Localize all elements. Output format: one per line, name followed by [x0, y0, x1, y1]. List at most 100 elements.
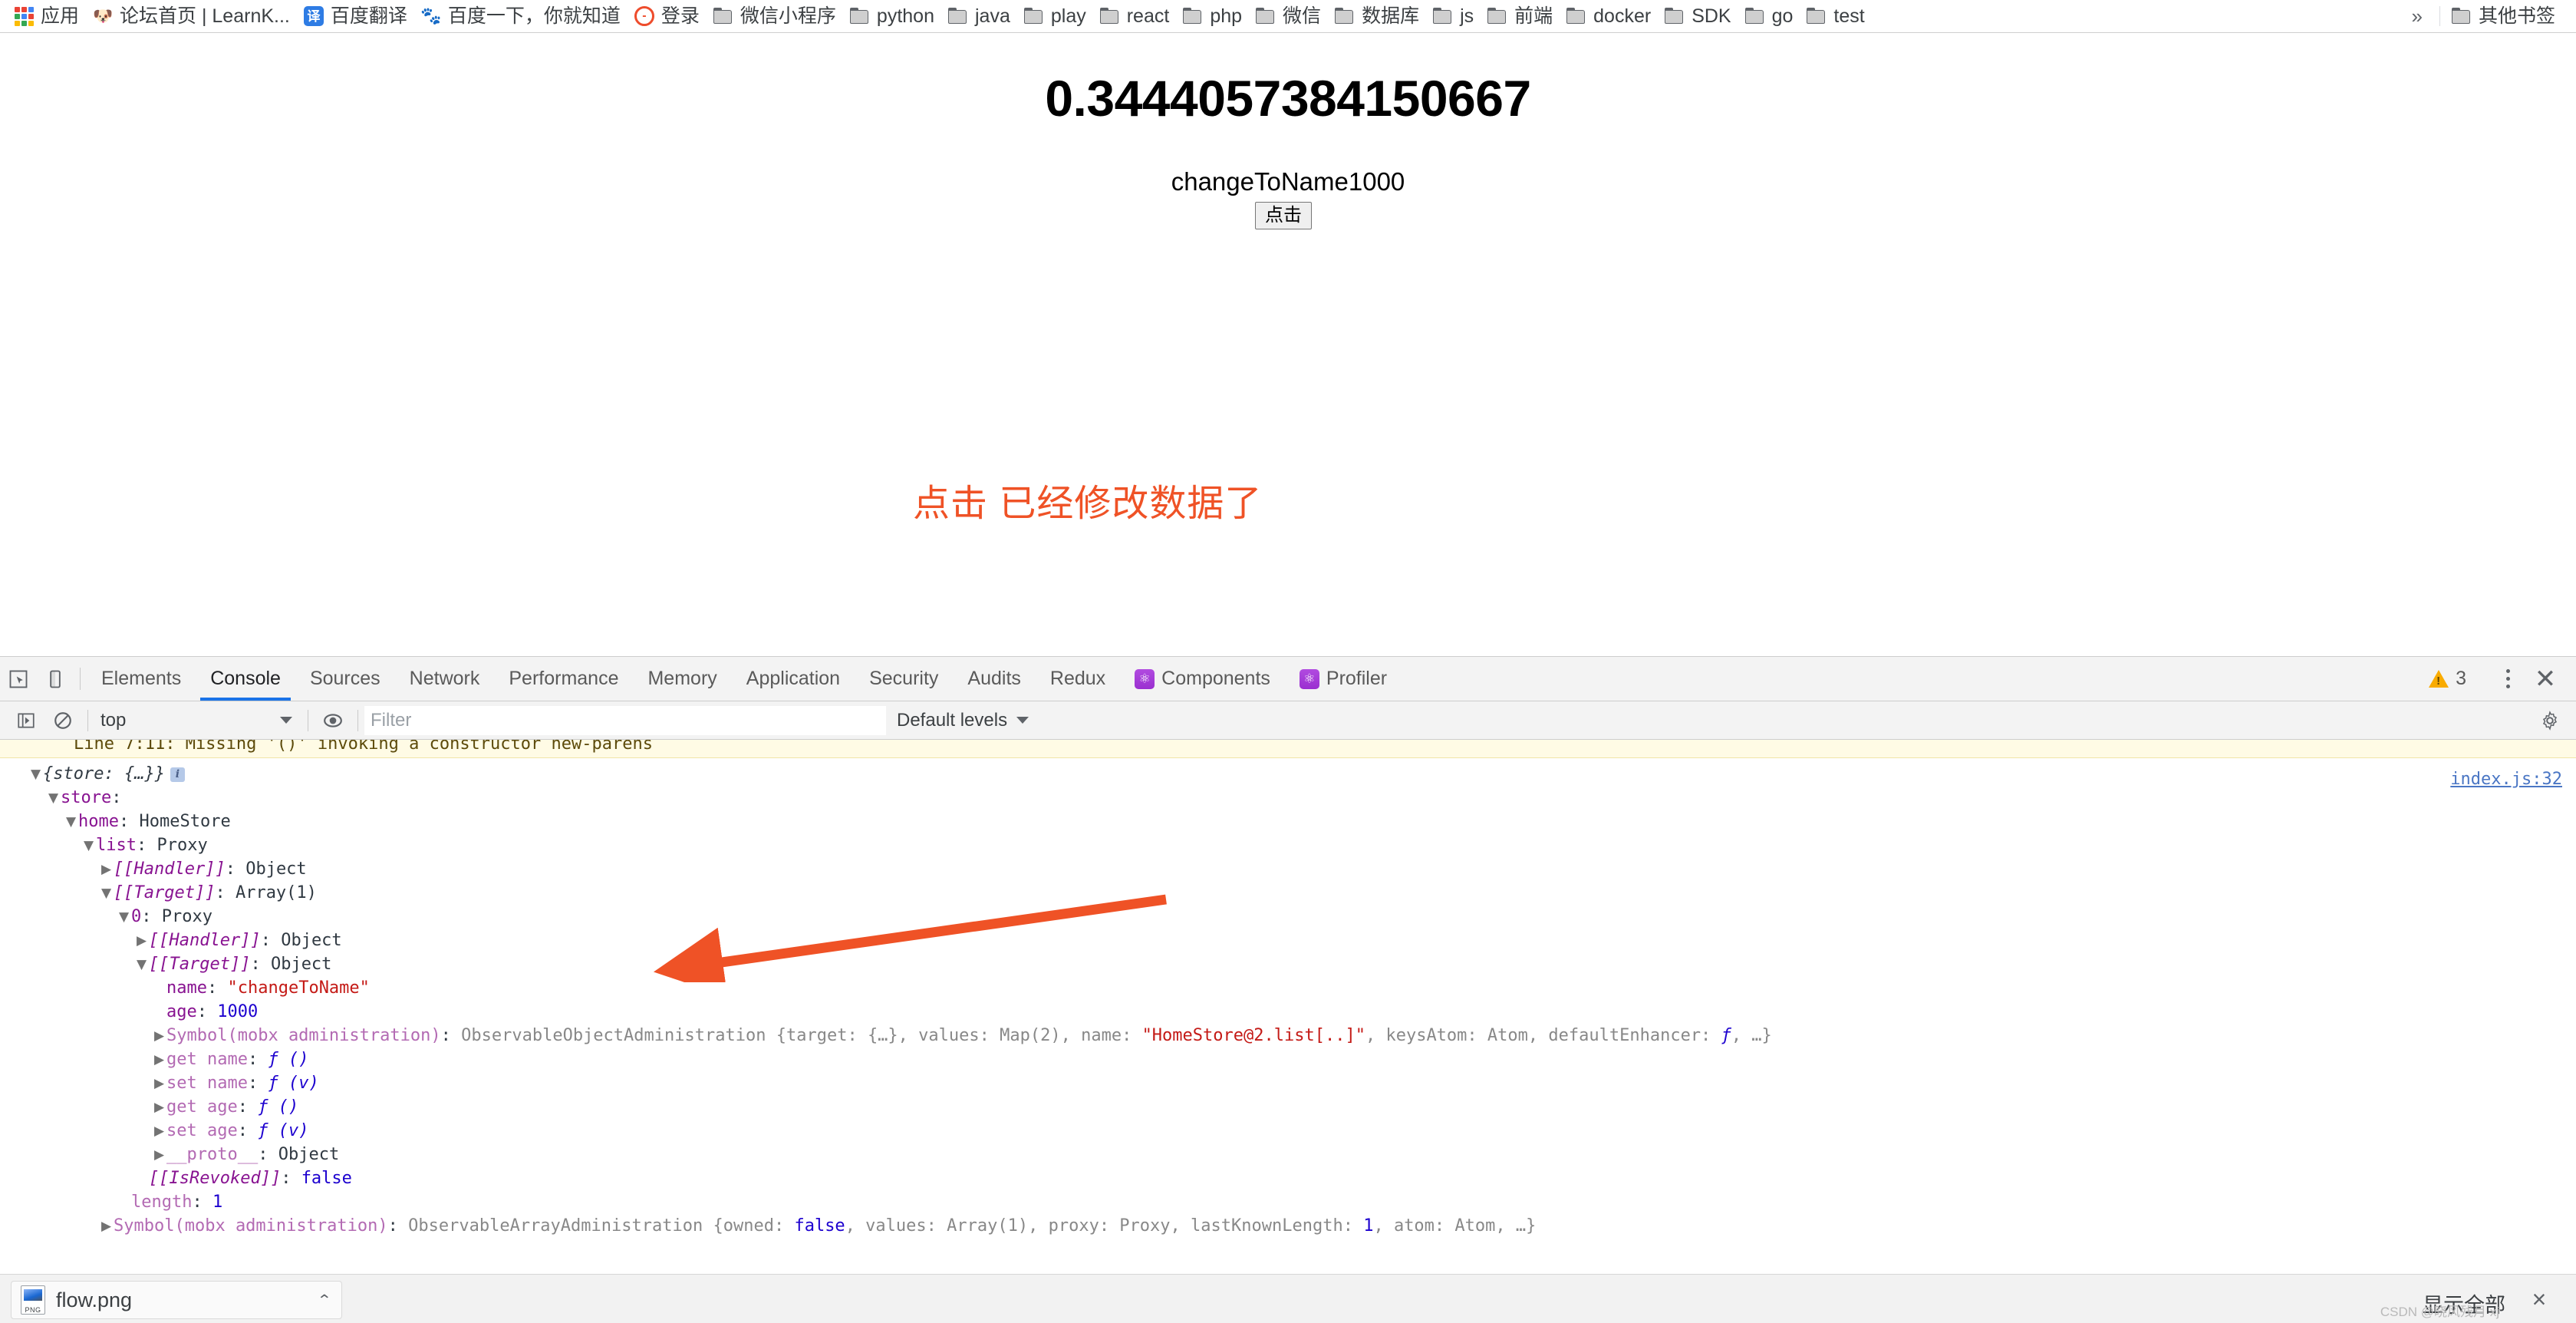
execution-context-select[interactable]: top [94, 710, 301, 731]
tab-audits[interactable]: Audits [953, 657, 1035, 701]
console-sidebar-icon[interactable] [8, 702, 44, 739]
console-tree-row[interactable]: ▼ 0: Proxy [0, 906, 2576, 929]
toolbar-separator [80, 668, 81, 690]
console-tree-row[interactable]: ▸[[IsRevoked]]: false [0, 1167, 2576, 1191]
console-tree-row[interactable]: ▶ Symbol(mobx administration): Observable… [0, 1024, 2576, 1048]
tab-network[interactable]: Network [395, 657, 495, 701]
console-log-entry[interactable]: ▼ {store: {…}} i ▼ store: ▼ home: HomeStore ▼ li… [0, 758, 2576, 1239]
console-source-link[interactable]: index.js:32 [2450, 768, 2562, 791]
page-message-text: 点击 已经修改数据了 [913, 483, 1263, 524]
console-output[interactable]: Line 7:11: Missing '()' invoking a const… [0, 740, 2576, 1273]
disclosure-triangle-closed-icon[interactable]: ▶ [100, 858, 113, 881]
console-tree-row[interactable]: ▶ set age: ƒ (v) [0, 1120, 2576, 1143]
console-tree-row[interactable]: ▶ get name: ƒ () [0, 1048, 2576, 1072]
disclosure-triangle-closed-icon[interactable]: ▶ [153, 1120, 166, 1143]
console-token: 1 [212, 1193, 223, 1212]
tab-console[interactable]: Console [196, 657, 295, 701]
disclosure-triangle-open-icon[interactable]: ▼ [47, 787, 60, 810]
warning-count-group[interactable]: ! 3 [2418, 668, 2477, 690]
disclosure-triangle-open-icon[interactable]: ▼ [29, 763, 42, 786]
console-tree-row[interactable]: ▼ list: Proxy [0, 834, 2576, 858]
tab-redux[interactable]: Redux [1036, 657, 1120, 701]
console-tree-row[interactable]: ▸name: "changeToName" [0, 977, 2576, 1001]
settings-gear-icon[interactable] [2532, 702, 2568, 739]
bookmark-folder-php[interactable]: php [1176, 2, 1249, 31]
bookmark-folder-wechat-mini[interactable]: 微信小程序 [707, 2, 843, 31]
disclosure-triangle-open-icon[interactable]: ▼ [100, 882, 113, 905]
bookmark-other-bookmarks[interactable]: 其他书签 [2445, 2, 2562, 31]
tab-performance[interactable]: Performance [494, 657, 633, 701]
bookmark-folder-wechat[interactable]: 微信 [1249, 2, 1328, 31]
page-name-text: changeToName1000 [1171, 167, 1405, 196]
click-button[interactable]: 点击 [1255, 202, 1312, 229]
live-expression-icon[interactable] [315, 702, 351, 739]
tab-profiler[interactable]: ⚛ Profiler [1285, 657, 1402, 701]
disclosure-triangle-closed-icon[interactable]: ▶ [153, 1143, 166, 1166]
bookmark-bar: 应用 🐶 论坛首页 | LearnK... 译 百度翻译 🐾 百度一下，你就知道… [0, 0, 2576, 33]
disclosure-triangle-closed-icon[interactable]: ▶ [100, 1215, 113, 1238]
disclosure-triangle-closed-icon[interactable]: ▶ [153, 1048, 166, 1071]
device-toolbar-icon[interactable] [37, 657, 74, 701]
info-badge-icon[interactable]: i [170, 767, 185, 782]
disclosure-triangle-closed-icon[interactable]: ▶ [153, 1072, 166, 1095]
bookmark-item-learnku[interactable]: 🐶 论坛首页 | LearnK... [86, 2, 297, 31]
bookmark-item-apps[interactable]: 应用 [8, 2, 86, 31]
download-item[interactable]: PNG flow.png ⌃ [11, 1281, 342, 1319]
console-tree-row[interactable]: ▶ __proto__: Object [0, 1143, 2576, 1167]
more-options-icon[interactable] [2490, 669, 2525, 688]
bookmark-overflow-button[interactable]: » [2400, 5, 2435, 28]
bookmark-folder-docker[interactable]: docker [1560, 2, 1658, 31]
console-tree-row[interactable]: ▶ Symbol(mobx administration): Observable… [0, 1215, 2576, 1239]
console-tree-row[interactable]: ▼ store: [0, 787, 2576, 810]
console-tree-row[interactable]: ▼ {store: {…}} i [0, 763, 2576, 787]
disclosure-triangle-open-icon[interactable]: ▼ [117, 906, 130, 929]
folder-icon [947, 8, 968, 25]
chevron-up-icon[interactable]: ⌃ [317, 1291, 332, 1308]
console-tree-row[interactable]: ▼ [[Target]]: Array(1) [0, 882, 2576, 906]
close-devtools-icon[interactable]: ✕ [2525, 666, 2565, 692]
console-tree-row[interactable]: ▶ [[Handler]]: Object [0, 858, 2576, 882]
console-object-tree[interactable]: ▼ {store: {…}} i ▼ store: ▼ home: HomeStore ▼ li… [0, 763, 2576, 1239]
bookmark-folder-database[interactable]: 数据库 [1328, 2, 1426, 31]
bookmark-folder-test[interactable]: test [1800, 2, 1871, 31]
clear-console-icon[interactable] [44, 702, 81, 739]
console-tree-row[interactable]: ▸length: 1 [0, 1191, 2576, 1215]
console-tree-row[interactable]: ▼ [[Target]]: Object [0, 953, 2576, 977]
tab-elements[interactable]: Elements [87, 657, 196, 701]
disclosure-triangle-closed-icon[interactable]: ▶ [153, 1024, 166, 1048]
disclosure-triangle-open-icon[interactable]: ▼ [64, 810, 77, 833]
tab-application[interactable]: Application [732, 657, 855, 701]
console-tree-row[interactable]: ▶ get age: ƒ () [0, 1096, 2576, 1120]
close-download-bar-icon[interactable]: × [2524, 1284, 2555, 1315]
bookmark-folder-js[interactable]: js [1426, 2, 1481, 31]
disclosure-triangle-closed-icon[interactable]: ▶ [135, 929, 148, 952]
disclosure-triangle-closed-icon[interactable]: ▶ [153, 1096, 166, 1119]
bookmark-folder-java[interactable]: java [941, 2, 1017, 31]
console-filter-input[interactable] [364, 705, 886, 735]
bookmark-folder-go[interactable]: go [1738, 2, 1800, 31]
bookmark-folder-play[interactable]: play [1017, 2, 1093, 31]
bookmark-item-baidu-translate[interactable]: 译 百度翻译 [297, 2, 414, 31]
bookmark-folder-react[interactable]: react [1093, 2, 1177, 31]
console-tree-row[interactable]: ▸age: 1000 [0, 1001, 2576, 1024]
bookmark-label: 数据库 [1362, 5, 1420, 27]
console-token: , values: Array(1), proxy: Proxy, lastKn… [845, 1216, 1364, 1236]
bookmark-folder-sdk[interactable]: SDK [1658, 2, 1738, 31]
console-tree-row[interactable]: ▶ set name: ƒ (v) [0, 1072, 2576, 1096]
console-tree-row[interactable]: ▼ home: HomeStore [0, 810, 2576, 834]
console-warning-row[interactable]: Line 7:11: Missing '()' invoking a const… [0, 740, 2576, 758]
inspect-element-icon[interactable] [0, 657, 37, 701]
bookmark-item-baidu[interactable]: 🐾 百度一下，你就知道 [414, 2, 628, 31]
bookmark-folder-python[interactable]: python [843, 2, 941, 31]
tab-components[interactable]: ⚛ Components [1120, 657, 1285, 701]
disclosure-triangle-open-icon[interactable]: ▼ [135, 953, 148, 976]
console-tree-row[interactable]: ▶ [[Handler]]: Object [0, 929, 2576, 953]
bookmark-folder-frontend[interactable]: 前端 [1481, 2, 1560, 31]
tab-sources[interactable]: Sources [295, 657, 395, 701]
disclosure-triangle-open-icon[interactable]: ▼ [82, 834, 95, 857]
log-levels-select[interactable]: Default levels [886, 710, 1039, 731]
disclosure-spacer: ▸ [117, 1191, 130, 1214]
bookmark-item-login[interactable]: - 登录 [628, 2, 707, 31]
tab-security[interactable]: Security [855, 657, 953, 701]
tab-memory[interactable]: Memory [633, 657, 731, 701]
